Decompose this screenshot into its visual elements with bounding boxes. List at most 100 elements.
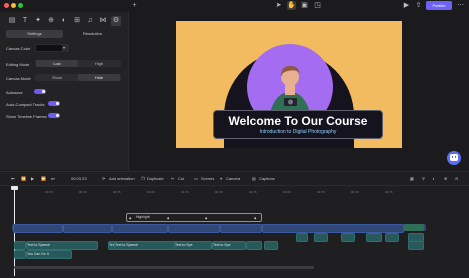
window-close-button[interactable] <box>4 3 9 8</box>
fit-icon[interactable]: ◳ <box>313 1 322 10</box>
play-preview-icon[interactable]: ▶ <box>402 1 411 10</box>
add-animation-button[interactable]: Add animation <box>109 175 135 182</box>
music-icon[interactable]: ♫ <box>85 16 95 26</box>
link-icon[interactable]: ⚲ <box>422 175 425 182</box>
keyframe-icon[interactable]: ◆ <box>167 216 169 220</box>
scenes-button[interactable]: Scenes <box>201 175 214 182</box>
audio-clip[interactable] <box>408 241 424 250</box>
autosave-toggle[interactable] <box>34 89 46 94</box>
layers-icon[interactable]: ⊞ <box>72 16 82 26</box>
step-back-icon[interactable]: ⏪ <box>21 175 26 182</box>
slide-subtitle: Introduction to Digital Photography <box>259 129 337 135</box>
window-minimize-button[interactable] <box>11 3 16 8</box>
audio-clip[interactable] <box>341 233 355 242</box>
video-clip[interactable] <box>168 224 220 233</box>
skip-back-icon[interactable]: ⏮ <box>11 175 15 182</box>
media-icon[interactable]: ▤ <box>7 16 17 26</box>
duplicate-button[interactable]: Duplicate <box>147 175 164 182</box>
video-clip[interactable] <box>404 224 424 231</box>
audio-clip[interactable] <box>366 233 382 242</box>
elements-icon[interactable]: ⊕ <box>46 16 56 26</box>
canvas-color-picker[interactable]: ▾ <box>35 44 69 52</box>
tts-clip[interactable]: Text to Speech <box>26 241 98 250</box>
audio-clip[interactable] <box>14 241 26 250</box>
crop-icon[interactable]: ▣ <box>300 1 309 10</box>
chevron-down-icon: ▾ <box>63 45 66 50</box>
auto-compact-toggle[interactable] <box>48 101 60 106</box>
more-icon[interactable]: ⋯ <box>456 1 465 10</box>
auto-compact-label: Auto-Compact Tracks <box>6 102 45 107</box>
audio-clip[interactable] <box>385 233 399 242</box>
keyframe-icon[interactable]: ◆ <box>129 216 131 220</box>
video-clip[interactable] <box>63 224 112 233</box>
show-timeline-frames-label: Show Timeline Frames <box>6 114 47 119</box>
audio-clip[interactable] <box>14 250 26 259</box>
slide-title: Welcome To Our Course <box>228 114 368 128</box>
video-clip[interactable] <box>220 224 262 233</box>
zoom-in-icon[interactable]: ⊕ <box>444 175 447 182</box>
text-icon[interactable]: T <box>20 16 30 26</box>
video-clip[interactable] <box>112 224 168 233</box>
audio-clip[interactable] <box>264 241 278 250</box>
tts-clip[interactable]: Text to Spe <box>212 241 246 250</box>
zoom-out-icon[interactable]: ⊖ <box>455 175 458 182</box>
magic-icon[interactable]: ✦ <box>33 16 43 26</box>
duplicate-icon: ❐ <box>141 176 145 181</box>
playhead-handle[interactable] <box>11 186 18 190</box>
top-bar <box>0 0 469 12</box>
ruler-tick: 01:15 <box>181 190 189 194</box>
tts-clip[interactable]: Text to Spe <box>174 241 212 250</box>
editing-mode-low[interactable]: Low <box>36 60 78 67</box>
ruler-tick: 02:45 <box>385 190 393 194</box>
shapes-icon[interactable]: ◐ <box>59 16 69 26</box>
share-icon[interactable]: ⇪ <box>414 1 423 10</box>
assistant-bot-button[interactable] <box>447 151 461 165</box>
audio-clip[interactable] <box>296 233 308 242</box>
hand-icon[interactable]: ✋ <box>287 1 296 10</box>
show-timeline-frames-toggle[interactable] <box>48 113 60 118</box>
text-track-clip[interactable]: Highlight ◆ ◆ ◆ ◆ <box>126 213 262 222</box>
add-icon[interactable]: + <box>130 1 139 10</box>
camera-button[interactable]: Camera <box>226 175 240 182</box>
editing-mode-high[interactable]: High <box>78 60 120 67</box>
captions-icon: ▤ <box>252 176 256 181</box>
tts-clip[interactable]: Text to Speech <box>114 241 182 250</box>
tab-resolution[interactable]: Resolution <box>64 30 121 38</box>
caption-clip[interactable]: You Can Do It <box>26 250 72 259</box>
tab-settings[interactable]: Settings <box>6 30 63 38</box>
audio-clip[interactable] <box>246 241 262 250</box>
settings-icon[interactable]: ⚙ <box>111 16 121 26</box>
cut-icon: ✂ <box>171 176 175 181</box>
transitions-icon[interactable]: ⋈ <box>98 16 108 26</box>
ruler-tick: 00:45 <box>113 190 121 194</box>
canvas-mode-hide[interactable]: Hide <box>78 74 120 81</box>
divider <box>0 185 469 186</box>
video-clip[interactable] <box>13 224 63 233</box>
pointer-icon[interactable]: ➤ <box>274 1 283 10</box>
play-icon[interactable]: ▶ <box>31 175 34 182</box>
keyframe-icon[interactable]: ◆ <box>254 216 256 220</box>
magnet-icon[interactable]: ◑ <box>432 175 434 182</box>
ruler-tick: 02:30 <box>351 190 359 194</box>
canvas-mode-show[interactable]: Show <box>36 74 78 81</box>
ruler-tick: 00:30 <box>79 190 87 194</box>
slide-title-box[interactable]: Welcome To Our Course Introduction to Di… <box>213 110 383 139</box>
ruler-tick: 02:15 <box>317 190 325 194</box>
canvas-mode-label: Canvas Mode <box>6 76 31 81</box>
ruler-tick: 02:00 <box>283 190 291 194</box>
editing-mode-label: Editing Mode <box>6 62 30 67</box>
step-forward-icon[interactable]: ⏩ <box>41 175 46 182</box>
ruler-tick: 01:30 <box>215 190 223 194</box>
captions-button[interactable]: Captions <box>259 175 275 182</box>
canvas-color-label: Canvas Color <box>6 46 31 51</box>
window-maximize-button[interactable] <box>18 3 23 8</box>
grid-view-icon[interactable]: ▦ <box>410 175 414 182</box>
publish-button[interactable]: Publish <box>426 1 452 10</box>
robot-icon <box>450 154 458 161</box>
video-clip[interactable] <box>262 224 404 233</box>
timeline-scrollbar[interactable] <box>14 266 314 269</box>
keyframe-icon[interactable]: ◆ <box>205 216 207 220</box>
skip-forward-icon[interactable]: ⏭ <box>51 175 55 182</box>
cut-button[interactable]: Cut <box>178 175 184 182</box>
audio-clip[interactable] <box>314 233 328 242</box>
